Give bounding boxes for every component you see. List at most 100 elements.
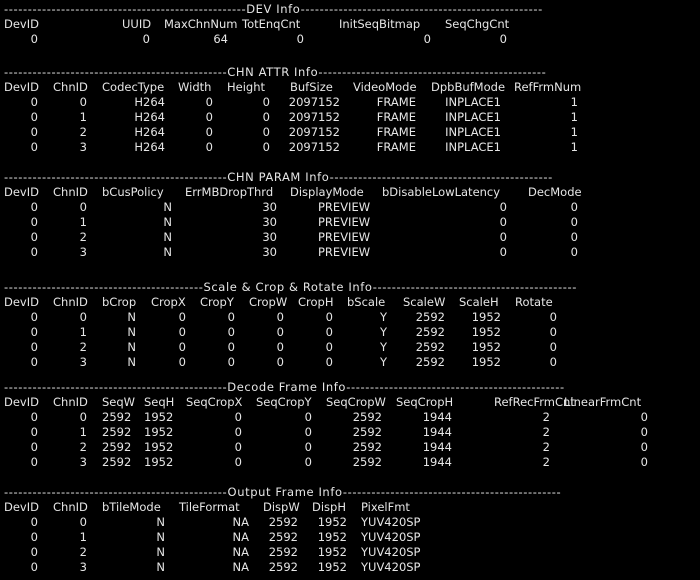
table-cell: 0 [227,310,235,324]
table-cell: 1 [79,325,87,339]
table-cell: 2 [542,425,550,439]
table-cell: H264 [134,110,165,124]
table-cell: 0 [178,310,186,324]
table-cell: 1 [79,215,87,229]
table-cell: 0 [499,215,507,229]
table-cell: N [163,200,172,214]
table-cell: 0 [325,340,333,354]
table-cell: 0 [640,425,648,439]
table-row: 0 0 2592 1952 0 0 2592 1944 2 0 [0,410,700,425]
table-cell: 0 [276,325,284,339]
table-cell: 0 [30,32,38,46]
table-cell: NA [232,545,249,559]
table-cell: 0 [178,355,186,369]
table-cell: 0 [570,230,578,244]
table-cell: Y [379,355,387,369]
table-row: 0 3 N 0 0 0 0 Y 2592 1952 0 [0,355,700,370]
column-header: DevID [4,395,39,409]
table-cell: INPLACE1 [445,125,501,139]
table-row: 0 0 64 0 0 0 [0,32,700,47]
table-cell: 0 [262,125,270,139]
table-cell: 2592 [102,425,132,439]
table-cell: 0 [30,440,38,454]
table-cell: 0 [234,425,242,439]
table-cell: 0 [304,425,312,439]
table-cell: N [127,310,136,324]
column-header: RefFrmNum [514,80,582,94]
table-cell: 0 [79,310,87,324]
table-cell: 1 [570,110,578,124]
table-cell: YUV420SP [361,560,421,574]
table-cell: 2 [542,410,550,424]
table-cell: 1952 [144,440,174,454]
table-cell: 1944 [422,440,452,454]
section-title: ----------------------------------------… [4,280,577,294]
table-cell: 30 [262,215,277,229]
column-header: Rotate [515,295,553,309]
table-cell: 1 [570,95,578,109]
table-cell: 0 [30,110,38,124]
table-cell: 0 [234,440,242,454]
table-cell: 3 [79,560,87,574]
table-cell: FRAME [376,110,416,124]
table-cell: 0 [30,455,38,469]
table-cell: 3 [79,455,87,469]
table-cell: 0 [30,410,38,424]
column-header: DispH [312,500,346,514]
table-cell: 0 [570,215,578,229]
column-header: DecMode [528,185,582,199]
column-header: bCusPolicy [102,185,164,199]
column-header: DisplayMode [290,185,364,199]
table-cell: 0 [304,455,312,469]
table-row: 0 1 N NA 2592 1952 YUV420SP [0,530,700,545]
table-row: 0 0 N 0 0 0 0 Y 2592 1952 0 [0,310,700,325]
column-header: bScale [347,295,386,309]
column-header: ChnID [53,80,88,94]
section-title-line: ----------------------------------------… [0,2,620,17]
table-cell: 0 [30,425,38,439]
table-cell: 2 [79,545,87,559]
table-cell: 0 [30,230,38,244]
table-cell: 2 [79,230,87,244]
table-cell: N [127,325,136,339]
section-title: ----------------------------------------… [4,65,547,79]
table-cell: INPLACE1 [445,110,501,124]
column-header: InitSeqBitmap [339,17,421,31]
table-cell: 1952 [471,355,501,369]
table-cell: 0 [30,215,38,229]
table-cell: 0 [276,355,284,369]
column-header: DevID [4,185,39,199]
table-cell: 0 [227,325,235,339]
table-cell: 2592 [352,410,382,424]
table-cell: 0 [178,325,186,339]
table-cell: 0 [227,355,235,369]
table-cell: 0 [304,440,312,454]
section-title-line: ----------------------------------------… [0,280,682,295]
table-cell: FRAME [376,125,416,139]
table-cell: H264 [134,125,165,139]
table-cell: H264 [134,140,165,154]
table-cell: 0 [30,515,38,529]
table-cell: 0 [549,340,557,354]
column-header: DispW [263,500,300,514]
column-header: bDisableLowLatency [382,185,501,199]
table-cell: 2 [542,440,550,454]
table-cell: 0 [570,245,578,259]
column-header: DevID [4,295,39,309]
table-row: 0 3 H264 0 0 2097152 FRAME INPLACE1 1 [0,140,700,155]
table-cell: Y [379,310,387,324]
table-cell: 2592 [268,515,298,529]
table-cell: PREVIEW [318,200,371,214]
column-header: TotEnqCnt [242,17,301,31]
table-cell: PREVIEW [318,230,371,244]
section-title-line: ----------------------------------------… [0,380,620,395]
table-row: 0 1 H264 0 0 2097152 FRAME INPLACE1 1 [0,110,700,125]
column-header: CropW [249,295,288,309]
table-cell: YUV420SP [361,515,421,529]
column-header: SeqCropY [256,395,312,409]
table-cell: 2097152 [288,95,340,109]
table-cell: 0 [499,230,507,244]
header-row: DevID UUID MaxChnNum TotEnqCnt InitSeqBitmap… [0,17,700,32]
table-row: 0 1 2592 1952 0 0 2592 1944 2 0 [0,425,700,440]
table-cell: 1 [79,425,87,439]
